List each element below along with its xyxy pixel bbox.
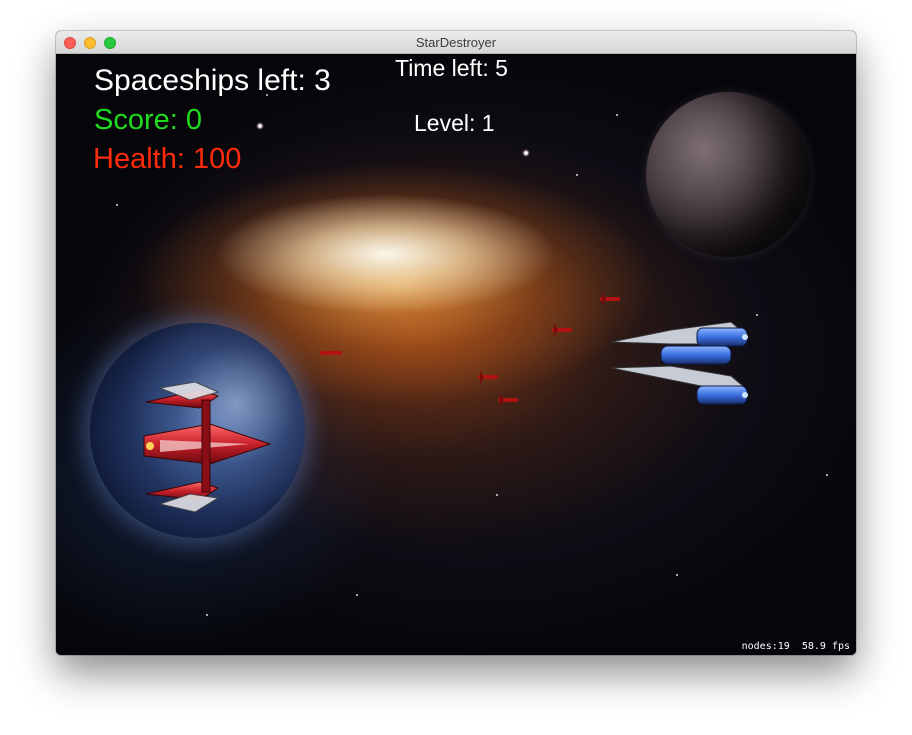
star — [756, 314, 758, 316]
fps-counter: 58.9 fps — [801, 641, 850, 652]
star — [356, 594, 358, 596]
dark-planet — [646, 92, 811, 257]
player-red-spaceship[interactable] — [140, 382, 275, 514]
star — [616, 114, 618, 116]
title-bar[interactable]: StarDestroyer — [56, 31, 856, 54]
star — [826, 474, 828, 476]
glow-star — [522, 149, 530, 157]
red-missile — [498, 393, 518, 407]
star — [576, 174, 578, 176]
health-label: Health: 100 — [93, 143, 242, 175]
spaceships-left-label: Spaceships left: 3 — [94, 64, 331, 97]
window-title: StarDestroyer — [415, 35, 497, 50]
star — [206, 614, 208, 616]
star — [116, 204, 118, 206]
game-scene[interactable]: Spaceships left: 3 Score: 0 Health: 100 … — [56, 54, 856, 655]
enemy-blue-spaceship[interactable] — [611, 302, 751, 408]
time-left-label: Time left: 5 — [395, 55, 508, 81]
red-missile — [552, 323, 572, 337]
glow-star — [256, 122, 264, 130]
red-missile — [600, 292, 620, 306]
red-missile — [320, 351, 342, 355]
star — [496, 494, 498, 496]
debug-stats: nodes:19 58.9 fps — [742, 641, 850, 652]
red-missile — [478, 370, 498, 384]
score-label: Score: 0 — [94, 104, 202, 136]
game-window: StarDestroyer Spaceships left: 3 Score: … — [56, 31, 856, 655]
star — [676, 574, 678, 576]
node-count: nodes:19 — [741, 641, 790, 652]
level-label: Level: 1 — [414, 110, 495, 136]
